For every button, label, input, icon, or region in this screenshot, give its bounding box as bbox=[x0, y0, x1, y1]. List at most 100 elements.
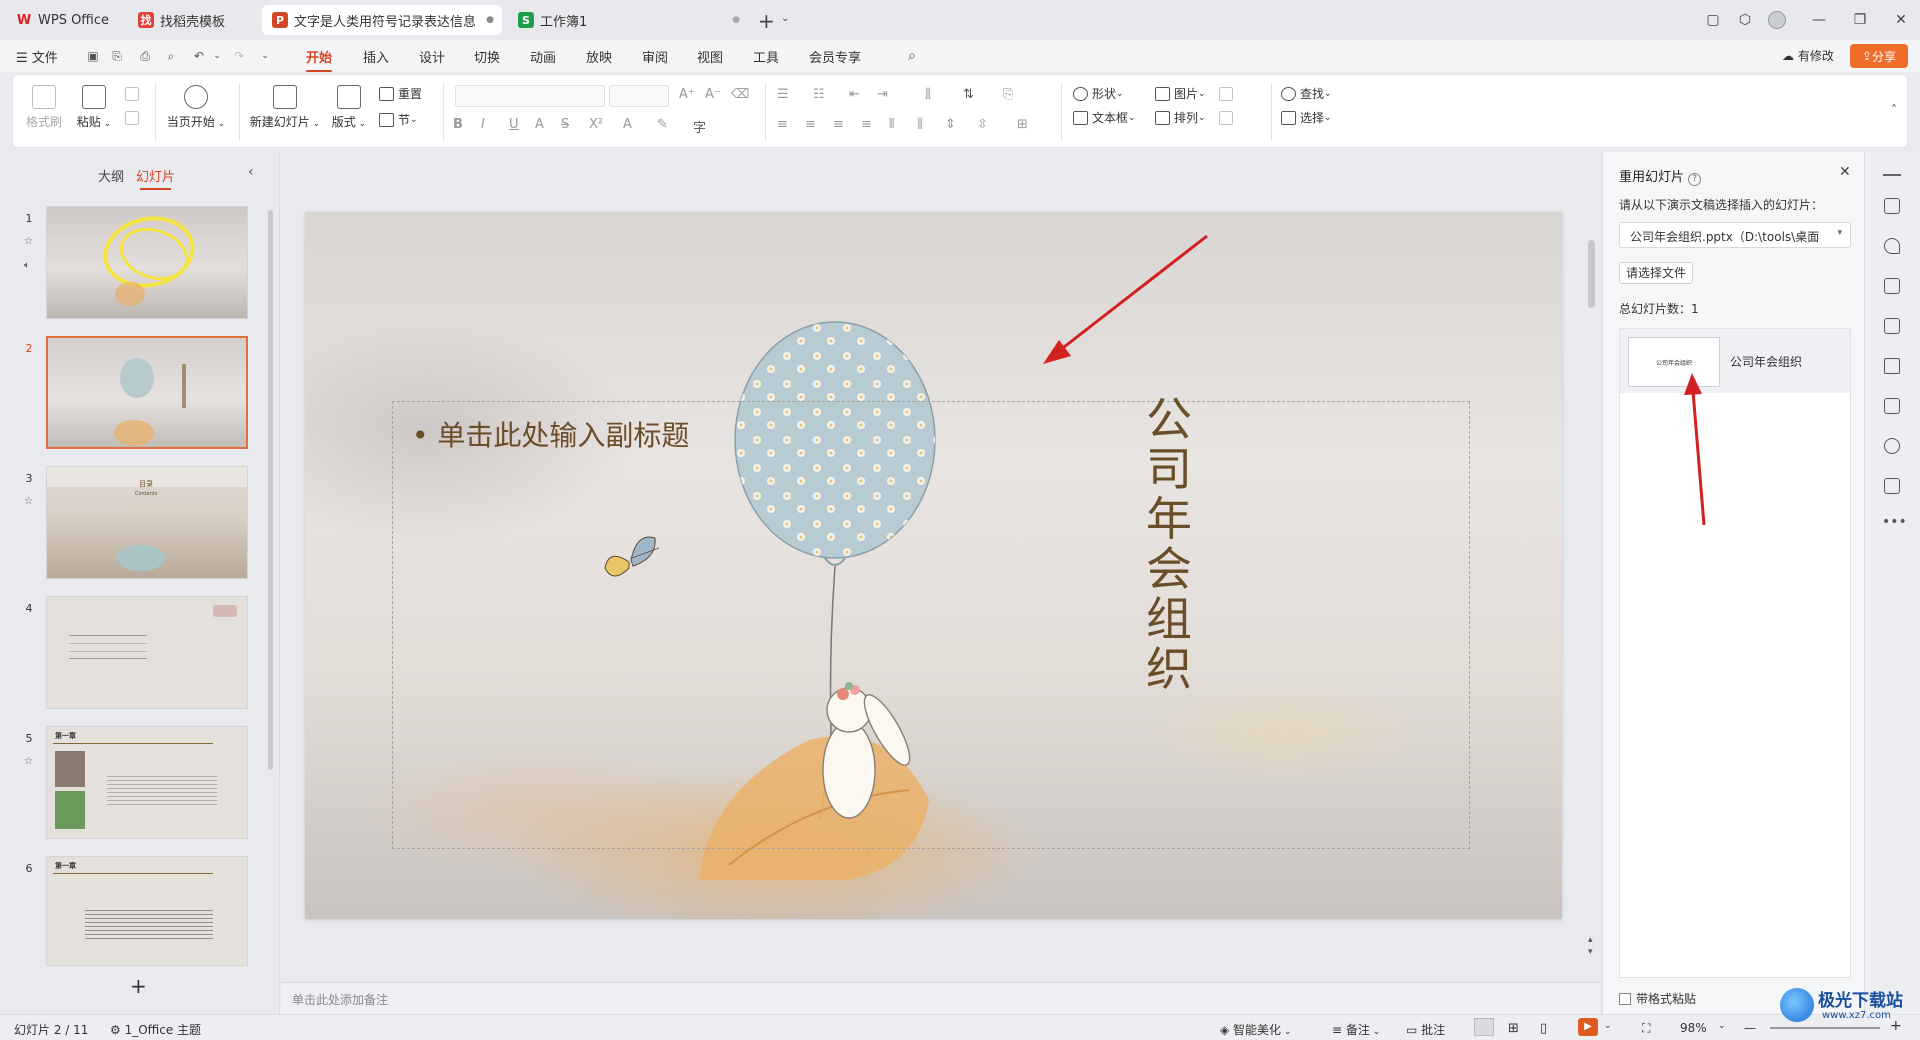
play-slideshow-icon[interactable]: ▶ bbox=[1578, 1018, 1598, 1036]
menu-slideshow[interactable]: 放映 bbox=[586, 47, 612, 66]
bold-icon[interactable]: B bbox=[453, 117, 463, 132]
tab-presentation[interactable]: P 文字是人类用符号记录表达信息以 ● bbox=[262, 5, 502, 35]
share-button[interactable]: ⇪ 分享 bbox=[1850, 44, 1908, 68]
choose-file-button[interactable]: 请选择文件 bbox=[1619, 262, 1694, 284]
slide-thumbnail-2[interactable] bbox=[46, 336, 248, 449]
slide-thumbnail-6[interactable]: 第一章 bbox=[46, 856, 248, 966]
columns-icon[interactable]: ⫼ bbox=[917, 117, 923, 132]
tab-list-chevron-icon[interactable]: ⌄ bbox=[781, 13, 789, 24]
new-tab-button[interactable]: + bbox=[758, 9, 775, 33]
slide-thumbnail-3[interactable]: 目录 Contents bbox=[46, 466, 248, 579]
robot-icon[interactable] bbox=[1884, 478, 1900, 494]
window-layout-icon[interactable]: ▢ bbox=[1701, 8, 1725, 32]
file-select[interactable]: 公司年会组织.pptx（D:\tools\桌面 ▾ bbox=[1619, 222, 1851, 248]
thumbnail-scrollbar[interactable] bbox=[268, 210, 273, 770]
format-painter-button[interactable]: 格式刷 bbox=[25, 85, 63, 130]
avatar[interactable] bbox=[1765, 8, 1789, 32]
restore-icon[interactable]: ❐ bbox=[1848, 8, 1872, 32]
export-icon[interactable]: ⎘ bbox=[110, 49, 124, 63]
subtitle-placeholder-box[interactable] bbox=[392, 401, 1470, 849]
textbox-button[interactable]: 文本框 ⌄ bbox=[1073, 109, 1136, 126]
text-direction-icon[interactable]: ⫼ bbox=[925, 87, 931, 102]
tab-workbook[interactable]: S 工作簿1 ● bbox=[508, 5, 748, 35]
para-spacing-icon[interactable]: ⇳ bbox=[977, 117, 988, 132]
add-slide-button[interactable]: + bbox=[130, 974, 147, 998]
underline-icon[interactable]: U bbox=[509, 117, 519, 132]
menu-member[interactable]: 会员专享 bbox=[809, 47, 861, 66]
close-icon[interactable]: ✕ bbox=[1839, 164, 1851, 180]
smart-beautify-button[interactable]: ◈ 智能美化 ⌄ bbox=[1220, 1021, 1291, 1038]
new-slide-button[interactable]: 新建幻灯片 ⌄ bbox=[249, 85, 321, 130]
canvas-scrollbar[interactable] bbox=[1588, 240, 1595, 308]
keep-format-checkbox[interactable]: 带格式粘贴 bbox=[1619, 990, 1696, 1007]
undo-chevron-icon[interactable]: ⌄ bbox=[210, 49, 224, 63]
book-icon[interactable] bbox=[1884, 398, 1900, 414]
menu-design[interactable]: 设计 bbox=[419, 47, 445, 66]
slide-thumbnail-4[interactable] bbox=[46, 596, 248, 709]
slide-thumbnail-1[interactable] bbox=[46, 206, 248, 319]
file-menu[interactable]: ☰ 文件 bbox=[16, 47, 58, 66]
select-button[interactable]: 选择 ⌄ bbox=[1281, 109, 1332, 126]
font-family-select[interactable] bbox=[455, 85, 605, 107]
align-right-icon[interactable]: ≡ bbox=[833, 117, 844, 132]
edit-image-icon[interactable] bbox=[1884, 318, 1900, 334]
page-nav-arrows-icon[interactable]: ▴ ▾ bbox=[1588, 934, 1593, 958]
menu-insert[interactable]: 插入 bbox=[363, 47, 389, 66]
redo-icon[interactable]: ↷ bbox=[232, 49, 246, 63]
convert-icon[interactable]: ⎘ bbox=[1003, 87, 1013, 102]
reset-button[interactable]: 重置 bbox=[379, 85, 422, 102]
justify-icon[interactable]: ≡ bbox=[861, 117, 872, 132]
slide-copy-icon[interactable] bbox=[1884, 278, 1900, 294]
distribute-icon[interactable]: ⫴ bbox=[889, 117, 894, 132]
outline-icon[interactable] bbox=[1219, 111, 1233, 125]
menu-review[interactable]: 审阅 bbox=[642, 47, 668, 66]
slide[interactable]: • 单击此处输入副标题 公司年会组织 bbox=[305, 212, 1562, 919]
align-left-icon[interactable]: ≡ bbox=[777, 117, 788, 132]
menu-transitions[interactable]: 切换 bbox=[474, 47, 500, 66]
decrease-indent-icon[interactable]: ⇤ bbox=[849, 87, 860, 102]
grid-view-icon[interactable]: ⊞ bbox=[1508, 1021, 1519, 1036]
superscript-icon[interactable]: X² bbox=[589, 117, 603, 132]
menu-animation[interactable]: 动画 bbox=[530, 47, 556, 66]
highlight-icon[interactable]: ✎ bbox=[657, 117, 668, 132]
slide-title[interactable]: 公司年会组织 bbox=[1139, 394, 1199, 694]
more-icon[interactable]: ••• bbox=[1882, 514, 1907, 530]
play-from-current-button[interactable]: 当页开始 ⌄ bbox=[163, 85, 229, 130]
tab-slides[interactable]: 幻灯片 bbox=[136, 166, 175, 190]
tab-dot-icon[interactable]: ● bbox=[732, 15, 740, 25]
bullets-icon[interactable]: ☰ bbox=[777, 87, 789, 102]
copy-icon[interactable] bbox=[125, 111, 139, 125]
strikethrough-icon[interactable]: S bbox=[561, 117, 569, 132]
decrease-font-icon[interactable]: A⁻ bbox=[705, 87, 721, 102]
favorite-icon[interactable] bbox=[1884, 238, 1900, 254]
quick-access-chevron-icon[interactable]: ⌄ bbox=[258, 49, 272, 63]
layout-button[interactable]: 版式 ⌄ bbox=[331, 85, 367, 130]
collapse-ribbon-icon[interactable]: ˄ bbox=[1891, 103, 1897, 117]
tab-wps-office[interactable]: W WPS Office bbox=[6, 5, 122, 35]
settings-sliders-icon[interactable] bbox=[1884, 198, 1900, 214]
minimize-icon[interactable]: — bbox=[1807, 8, 1831, 32]
play-chevron-icon[interactable]: ⌄ bbox=[1604, 1021, 1612, 1031]
slide-list-item[interactable]: 公司年会组织 公司年会组织 bbox=[1620, 329, 1850, 393]
sort-icon[interactable]: ⇅ bbox=[963, 87, 974, 102]
save-icon[interactable]: ▣ bbox=[86, 49, 100, 63]
has-changes-button[interactable]: ☁ 有修改 bbox=[1782, 47, 1834, 64]
increase-indent-icon[interactable]: ⇥ bbox=[877, 87, 888, 102]
arrange-button[interactable]: 排列 ⌄ bbox=[1155, 109, 1206, 126]
fit-window-icon[interactable]: ⛶ bbox=[1642, 1021, 1650, 1036]
section-button[interactable]: 节 ⌄ bbox=[379, 111, 418, 128]
print-preview-icon[interactable]: ⌕ bbox=[164, 49, 178, 63]
italic-icon[interactable]: I bbox=[481, 117, 485, 132]
comment-button[interactable]: ▭ 批注 bbox=[1406, 1021, 1445, 1038]
menu-home[interactable]: 开始 bbox=[306, 47, 333, 72]
cut-icon[interactable] bbox=[125, 87, 139, 101]
font-color-icon[interactable]: A bbox=[623, 117, 632, 132]
menu-view[interactable]: 视图 bbox=[697, 47, 723, 66]
tools-icon[interactable] bbox=[1884, 358, 1900, 374]
subtitle-placeholder-text[interactable]: • 单击此处输入副标题 bbox=[412, 414, 689, 454]
normal-view-icon[interactable] bbox=[1474, 1018, 1494, 1036]
tab-outline[interactable]: 大纲 bbox=[98, 166, 124, 185]
unsaved-dot-icon[interactable]: ● bbox=[486, 15, 494, 25]
zoom-chevron-icon[interactable]: ⌄ bbox=[1718, 1021, 1726, 1031]
help-icon[interactable]: ? bbox=[1688, 173, 1702, 186]
